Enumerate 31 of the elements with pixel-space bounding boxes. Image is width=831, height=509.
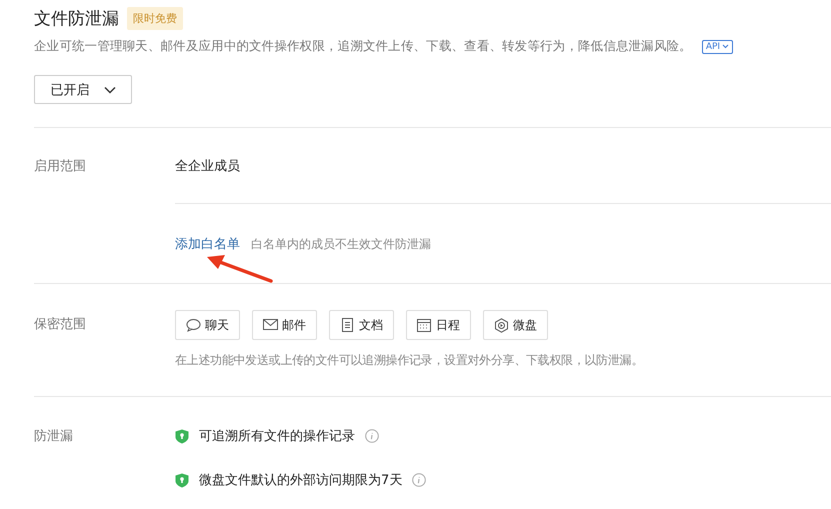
document-icon [340,318,355,332]
api-link[interactable]: API [702,40,734,54]
calendar-icon [417,318,432,332]
whitelist-hint: 白名单内的成员不生效文件防泄漏 [251,236,431,252]
feature-chip[interactable]: 聊天 [175,310,240,340]
feature-chip[interactable]: 邮件 [252,310,317,340]
page-title: 文件防泄漏 [34,8,119,30]
info-icon [412,473,426,487]
feature-text: 可追溯所有文件的操作记录 [199,428,355,445]
scope-value: 全企业成员 [175,158,241,175]
annotation-arrow [205,254,273,284]
add-whitelist-link[interactable]: 添加白名单 [175,235,240,253]
shield-icon [175,472,189,488]
feature-chip[interactable]: 微盘 [483,310,548,340]
chevron-down-icon [722,44,730,49]
section-label: 防泄漏 [34,428,74,446]
feature-chip[interactable]: 日程 [406,310,471,340]
free-badge: 限时免费 [127,6,183,30]
status-dropdown[interactable]: 已开启 [34,75,132,104]
feature-chip[interactable]: 文档 [329,310,394,340]
scope-hint: 在上述功能中发送或上传的文件可以追溯操作记录，设置对外分享、下载权限，以防泄漏。 [175,352,644,369]
chat-bubble-icon [186,318,201,332]
shield-icon [175,428,189,444]
info-icon [365,429,379,443]
envelope-icon [263,318,278,332]
chevron-down-icon [104,86,116,94]
description-text: 企业可统一管理聊天、邮件及应用中的文件操作权限，追溯文件上传、下载、查看、转发等行为，降低信息泄漏风险。 [34,38,692,55]
section-label: 保密范围 [34,316,87,334]
hexagon-icon [494,318,509,332]
feature-text: 微盘文件默认的外部访问期限为7天 [199,472,402,489]
section-label: 启用范围 [34,158,87,176]
